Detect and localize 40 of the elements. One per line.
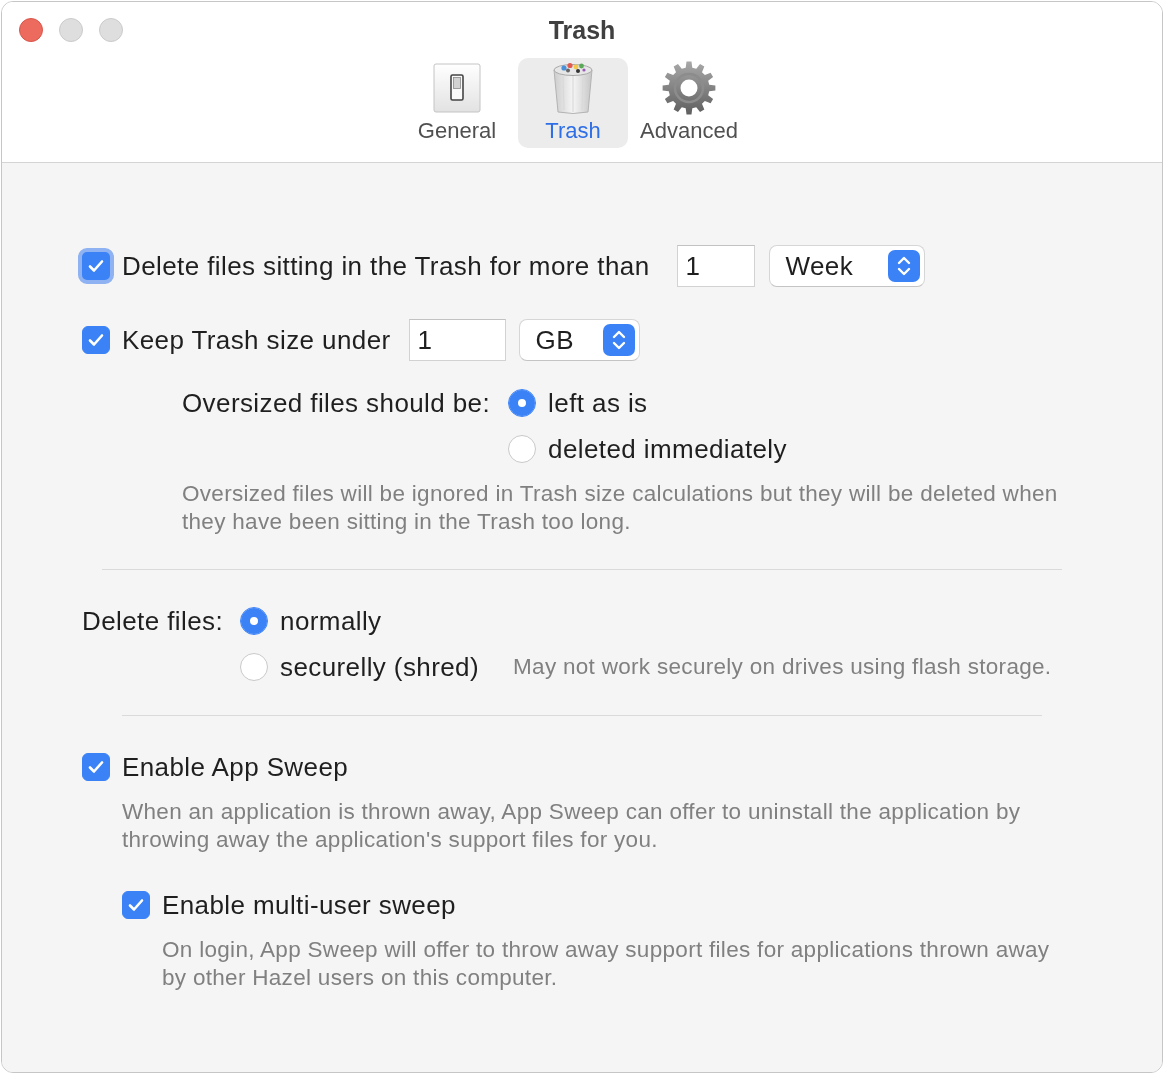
checkmark-icon <box>128 898 144 912</box>
number-field[interactable]: 1 <box>676 245 755 287</box>
checkbox[interactable] <box>122 891 150 919</box>
gear-icon <box>662 61 716 115</box>
group-label: Oversized files should be: <box>182 388 491 418</box>
radio-label[interactable]: securelly (shred) <box>280 652 480 682</box>
window-title: Trash <box>548 15 616 45</box>
trash-can-icon <box>551 61 595 115</box>
help-text: When an application is thrown away, App Sweep can offer to uninstall the application by throwing away the application's support files for you. <box>122 798 1022 854</box>
help-text: Oversized files will be ignored in Trash size calculations but they will be deleted when they have been sitting in the Trash too long. <box>182 480 1059 536</box>
radio-label[interactable]: deleted immediately <box>548 434 787 464</box>
checkbox-label[interactable]: Enable multi-user sweep <box>162 890 456 920</box>
toolbar-tab[interactable]: General <box>402 58 512 148</box>
radio-label[interactable]: normally <box>280 606 382 636</box>
group-label: Delete files: <box>82 606 224 636</box>
radio-button[interactable] <box>508 389 537 417</box>
toolbar-tab[interactable]: Trash <box>518 58 628 148</box>
checkmark-icon <box>88 259 104 273</box>
toolbar-tab[interactable]: Advanced <box>634 58 744 148</box>
radio-label[interactable]: left as is <box>548 388 648 418</box>
radio-button[interactable] <box>240 653 269 681</box>
radio-button[interactable] <box>240 607 269 635</box>
help-text: On login, App Sweep will offer to throw away support files for applications thrown away by other Hazel users on this computer. <box>162 936 1051 992</box>
unit-dropdown[interactable]: GB <box>518 319 640 361</box>
checkbox-label[interactable]: Enable App Sweep <box>122 752 349 782</box>
unit-dropdown[interactable]: Week <box>768 245 925 287</box>
radio-button[interactable] <box>508 435 537 463</box>
checkbox[interactable] <box>78 248 114 284</box>
checkmark-icon <box>88 760 104 774</box>
checkbox[interactable] <box>82 753 110 781</box>
number-field[interactable]: 1 <box>408 319 506 361</box>
close-button[interactable] <box>19 18 43 42</box>
help-text: May not work securely on drives using flash storage. <box>513 653 1052 681</box>
light-switch-icon <box>433 63 481 113</box>
checkbox-label[interactable]: Keep Trash size under <box>122 325 391 355</box>
chevron-up-down-icon <box>602 324 635 356</box>
checkmark-icon <box>88 333 104 347</box>
chevron-up-down-icon <box>887 250 920 282</box>
checkbox-label[interactable]: Delete files sitting in the Trash for more than <box>122 251 650 281</box>
checkbox[interactable] <box>82 326 110 354</box>
